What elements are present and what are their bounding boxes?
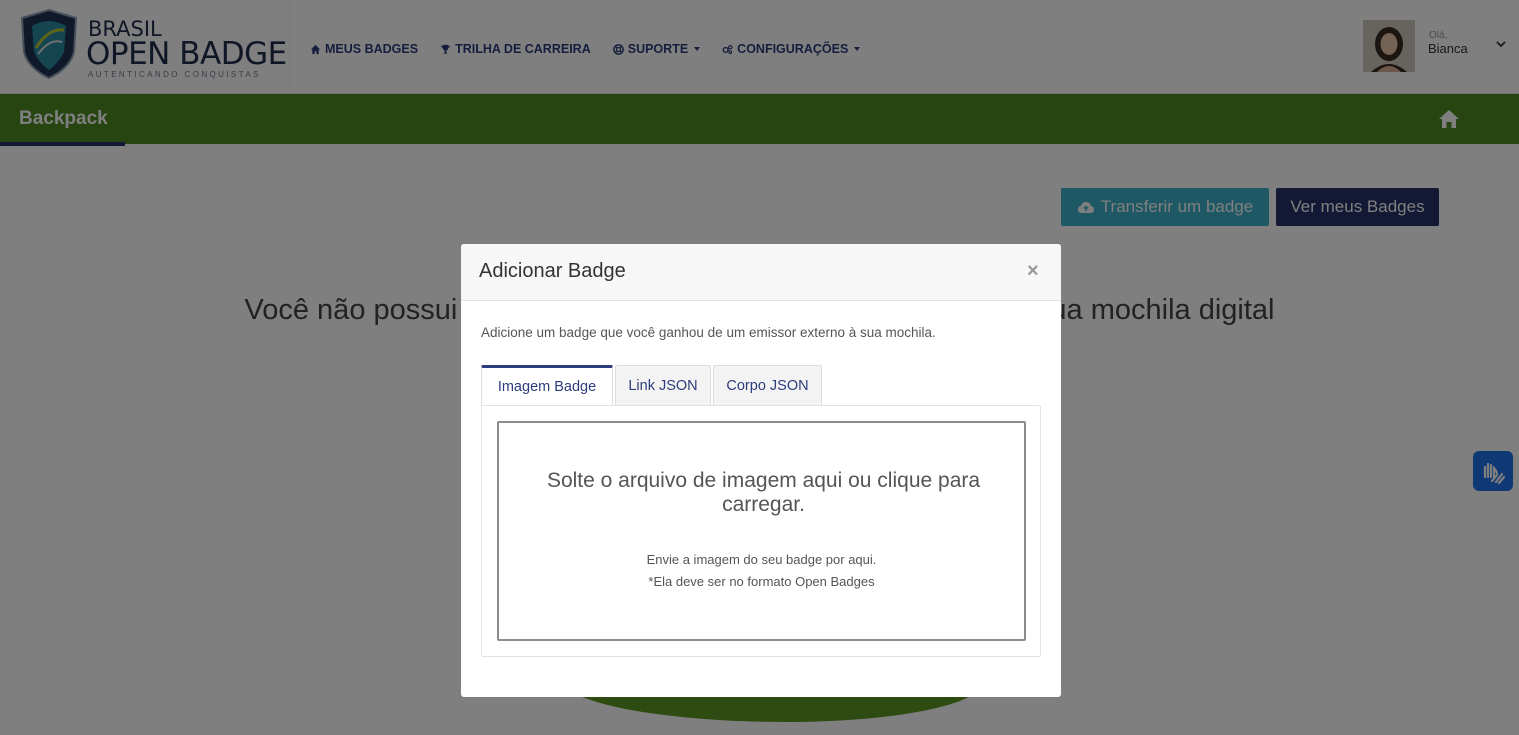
dropzone-format-note: *Ela deve ser no formato Open Badges <box>648 574 875 589</box>
add-badge-modal: Adicionar Badge × Adicione um badge que … <box>461 244 1061 697</box>
badge-source-tabs: Imagem Badge Link JSON Corpo JSON <box>481 365 1041 406</box>
modal-description: Adicione um badge que você ganhou de um … <box>481 325 936 340</box>
tab-corpo-json[interactable]: Corpo JSON <box>713 365 822 406</box>
dropzone-hint: Envie a imagem do seu badge por aqui. <box>646 552 877 567</box>
modal-title: Adicionar Badge <box>479 260 626 282</box>
image-dropzone[interactable]: Solte o arquivo de imagem aqui ou clique… <box>497 421 1026 641</box>
tab-imagem-badge[interactable]: Imagem Badge <box>481 365 613 406</box>
dropzone-title: Solte o arquivo de imagem aqui ou clique… <box>546 469 981 516</box>
tab-link-json[interactable]: Link JSON <box>615 365 711 406</box>
modal-header: Adicionar Badge × <box>461 244 1061 301</box>
tab-panel-imagem-badge: Solte o arquivo de imagem aqui ou clique… <box>481 405 1041 657</box>
close-icon[interactable]: × <box>1027 260 1039 282</box>
